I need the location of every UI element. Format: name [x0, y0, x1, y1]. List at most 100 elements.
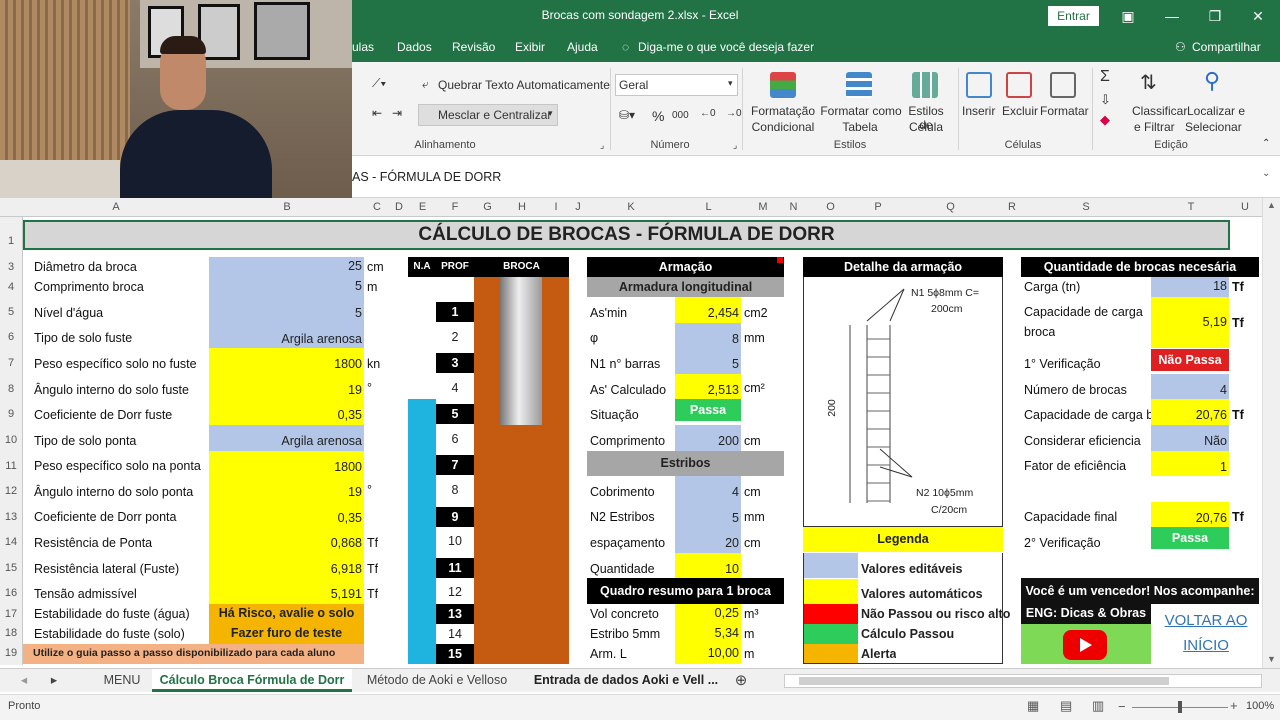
row-header[interactable]: 9 — [0, 408, 22, 420]
row-header[interactable]: 5 — [0, 306, 22, 318]
value-num-brocas[interactable]: 4 — [1151, 374, 1229, 399]
tell-me-search[interactable]: Diga-me o que você deseja fazer — [638, 40, 814, 54]
input-nivel-agua[interactable]: 5 — [209, 297, 364, 323]
tab-calculo-broca[interactable]: Cálculo Broca Fórmula de Dorr — [152, 669, 352, 692]
input-cobrimento[interactable]: 4 — [675, 476, 741, 502]
row-header[interactable]: 8 — [0, 383, 22, 395]
column-header[interactable]: R — [1003, 201, 1021, 213]
input-diametro[interactable]: 25 — [209, 257, 364, 277]
zoom-in-icon[interactable]: + — [1230, 698, 1238, 713]
row-header[interactable]: 17 — [0, 608, 22, 620]
formula-text[interactable]: AS - FÓRMULA DE DORR — [352, 170, 501, 184]
column-header[interactable]: K — [587, 201, 675, 213]
sort-filter-icon[interactable]: ⇅ — [1140, 70, 1157, 95]
format-table-icon[interactable] — [846, 72, 872, 98]
row-header[interactable]: 1 — [0, 235, 22, 247]
scroll-down-icon[interactable]: ▼ — [1267, 654, 1276, 664]
ribbon-display-icon[interactable]: ▣ — [1118, 6, 1138, 26]
column-header[interactable]: O — [803, 201, 858, 213]
find-select-button[interactable]: Localizar e — [1187, 104, 1245, 118]
column-header[interactable]: A — [23, 201, 209, 213]
fill-icon[interactable]: ⇩ — [1100, 92, 1111, 108]
conditional-format-icon[interactable] — [770, 72, 796, 98]
row-header[interactable]: 7 — [0, 357, 22, 369]
column-header[interactable]: L — [675, 201, 742, 213]
column-header[interactable]: H — [501, 201, 543, 213]
voltar-link[interactable]: VOLTAR AO — [1153, 612, 1259, 630]
format-button[interactable]: Formatar — [1040, 104, 1089, 118]
tab-revisao[interactable]: Revisão — [452, 40, 495, 54]
autosum-icon[interactable]: Σ — [1100, 68, 1110, 86]
input-comprimento[interactable]: 5 — [209, 277, 364, 297]
worksheet[interactable]: CÁLCULO DE BROCAS - FÓRMULA DE DORR Diâm… — [23, 217, 1262, 665]
minimize-icon[interactable]: — — [1162, 6, 1182, 26]
youtube-icon[interactable] — [1063, 630, 1107, 660]
input-n2[interactable]: 5 — [675, 502, 741, 527]
sign-in-button[interactable]: Entrar — [1048, 6, 1099, 26]
input-solo-fuste[interactable]: Argila arenosa — [209, 323, 364, 348]
format-table-button[interactable]: Formatar como — [820, 104, 902, 118]
select-eficiencia[interactable]: Não — [1151, 425, 1229, 451]
column-header[interactable]: M — [742, 201, 784, 213]
row-header[interactable]: 16 — [0, 587, 22, 599]
row-header[interactable]: 19 — [0, 647, 22, 659]
tab-entrada-dados[interactable]: Entrada de dados Aoki e Vell ... — [522, 669, 730, 692]
decrease-decimal-icon[interactable]: →0 — [726, 108, 742, 119]
delete-cells-icon[interactable] — [1006, 72, 1032, 98]
add-sheet-icon[interactable]: ⊕ — [731, 669, 751, 692]
column-header[interactable]: J — [569, 201, 587, 213]
row-header[interactable]: 3 — [0, 261, 22, 273]
column-header[interactable]: N — [784, 201, 803, 213]
zoom-level[interactable]: 100% — [1246, 700, 1274, 712]
tab-exibir[interactable]: Exibir — [515, 40, 545, 54]
tab-aoki-velloso[interactable]: Método de Aoki e Velloso — [354, 669, 520, 692]
conditional-format-button[interactable]: Formatação — [748, 104, 818, 118]
find-icon[interactable]: ⚲ — [1204, 68, 1220, 94]
restore-icon[interactable]: ❐ — [1205, 6, 1225, 26]
delete-button[interactable]: Excluir — [1002, 104, 1038, 118]
column-header[interactable]: U — [1231, 201, 1259, 213]
currency-icon[interactable]: ⛁▾ — [619, 108, 635, 122]
zoom-slider-thumb[interactable] — [1178, 701, 1182, 713]
page-layout-icon[interactable]: ▤ — [1060, 698, 1072, 714]
tab-ajuda[interactable]: Ajuda — [567, 40, 598, 54]
dialog-launcher-icon[interactable]: ⌟ — [733, 140, 737, 151]
format-cells-icon[interactable] — [1050, 72, 1076, 98]
chevron-down-icon[interactable]: ▾ — [728, 78, 733, 89]
row-header[interactable]: 14 — [0, 536, 22, 548]
thousands-icon[interactable]: 000 — [672, 110, 689, 121]
row-header[interactable]: 18 — [0, 627, 22, 639]
column-header[interactable]: E — [409, 201, 436, 213]
column-header[interactable]: D — [389, 201, 409, 213]
insert-button[interactable]: Inserir — [962, 104, 995, 118]
input-solo-ponta[interactable]: Argila arenosa — [209, 425, 364, 451]
share-button[interactable]: Compartilhar — [1192, 40, 1261, 54]
input-phi[interactable]: 8 — [675, 323, 741, 348]
column-header[interactable]: F — [436, 201, 474, 213]
tab-scroll-left-icon[interactable]: ◂ — [14, 669, 34, 692]
tab-formulas[interactable]: ulas — [352, 40, 374, 54]
row-header[interactable]: 11 — [0, 460, 22, 472]
decrease-indent-icon[interactable]: ⇤ — [372, 106, 382, 120]
increase-indent-icon[interactable]: ⇥ — [392, 106, 402, 120]
row-header[interactable]: 10 — [0, 434, 22, 446]
youtube-link[interactable] — [1021, 624, 1151, 664]
close-icon[interactable]: ✕ — [1248, 6, 1268, 26]
dialog-launcher-icon[interactable]: ⌟ — [600, 140, 604, 151]
page-break-icon[interactable]: ▥ — [1092, 698, 1104, 714]
horizontal-scrollbar[interactable] — [784, 674, 1262, 688]
tab-menu[interactable]: MENU — [92, 669, 152, 692]
scroll-up-icon[interactable]: ▲ — [1267, 200, 1276, 210]
clear-icon[interactable]: ◆ — [1100, 112, 1110, 128]
increase-decimal-icon[interactable]: ←0 — [700, 108, 716, 119]
column-header[interactable]: I — [543, 201, 569, 213]
row-header[interactable]: 6 — [0, 331, 22, 343]
column-header[interactable]: S — [1021, 201, 1151, 213]
vertical-scrollbar[interactable]: ▲ ▼ — [1262, 198, 1280, 668]
cell-styles-icon[interactable] — [912, 72, 938, 98]
column-header[interactable]: P — [858, 201, 898, 213]
inicio-link[interactable]: INÍCIO — [1153, 637, 1259, 655]
sort-filter-button[interactable]: Classificar — [1132, 104, 1187, 118]
row-header[interactable]: 12 — [0, 485, 22, 497]
column-header[interactable]: T — [1151, 201, 1231, 213]
